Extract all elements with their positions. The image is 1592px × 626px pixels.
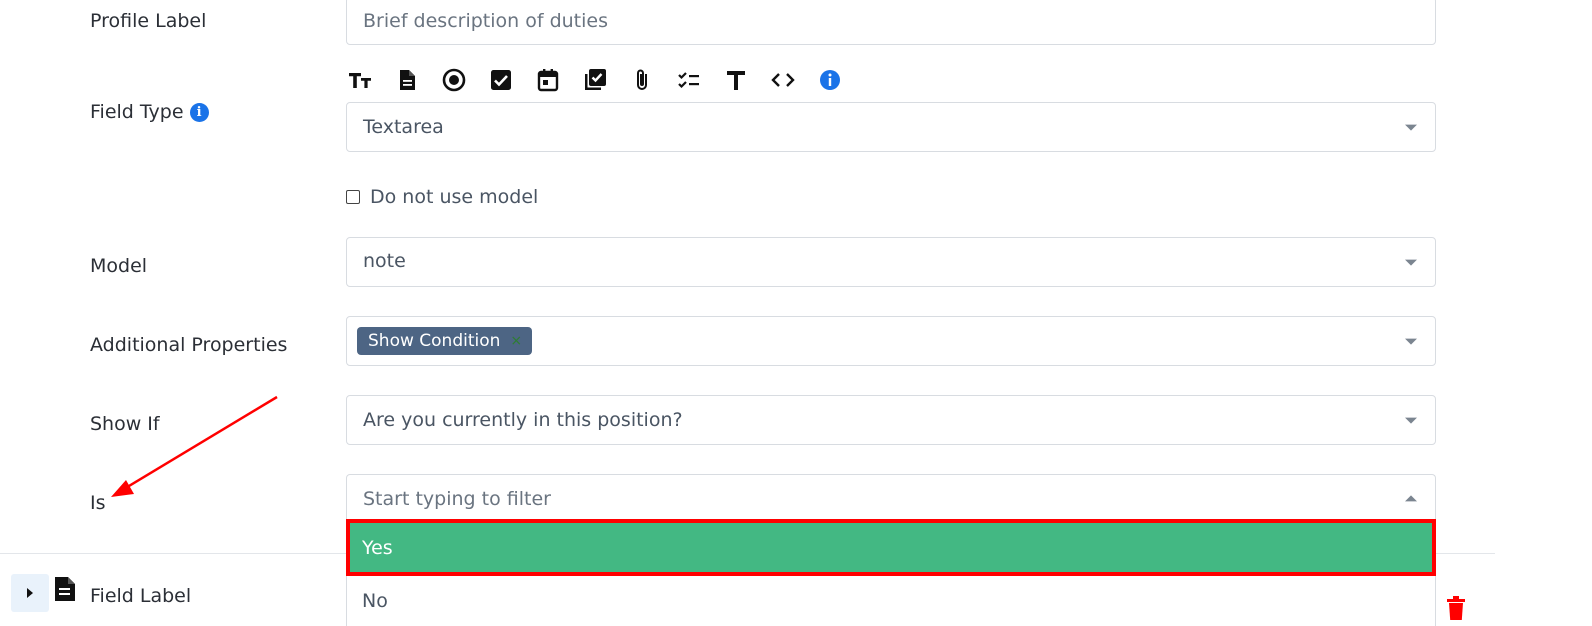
trash-icon[interactable]	[1446, 596, 1466, 624]
multi-checkbox-icon[interactable]	[581, 66, 609, 94]
show-condition-tag: Show Condition ×	[357, 327, 533, 355]
chevron-down-icon	[1405, 417, 1417, 424]
profile-label-placeholder: Brief description of duties	[363, 10, 608, 32]
option-no[interactable]: No	[346, 576, 1436, 626]
model-label: Model	[90, 255, 148, 277]
document-icon[interactable]	[393, 66, 421, 94]
chevron-down-icon	[1405, 259, 1417, 266]
checklist-icon[interactable]	[675, 66, 703, 94]
chevron-up-icon	[1405, 494, 1417, 501]
profile-label: Profile Label	[90, 10, 207, 32]
profile-label-input[interactable]: Brief description of duties	[346, 0, 1436, 45]
info-icon[interactable]	[816, 66, 844, 94]
field-type-toolbar	[346, 64, 863, 96]
is-label: Is	[90, 492, 106, 514]
show-if-label: Show If	[90, 413, 160, 435]
field-label-label: Field Label	[90, 585, 192, 607]
model-value: note	[363, 250, 406, 272]
is-select-input[interactable]: Start typing to filter	[346, 474, 1436, 522]
checkbox-icon[interactable]	[487, 66, 515, 94]
document-icon	[54, 576, 76, 606]
text-icon[interactable]	[722, 66, 750, 94]
caret-right-icon	[27, 588, 33, 598]
close-icon[interactable]: ×	[510, 333, 522, 349]
radio-icon[interactable]	[440, 66, 468, 94]
calendar-icon[interactable]	[534, 66, 562, 94]
paperclip-icon[interactable]	[628, 66, 656, 94]
field-type-select[interactable]: Textarea	[346, 102, 1436, 152]
do-not-use-model-label: Do not use model	[370, 186, 539, 208]
field-type-label-text: Field Type	[90, 101, 184, 123]
do-not-use-model-row[interactable]: Do not use model	[346, 186, 538, 208]
show-if-select[interactable]: Are you currently in this position?	[346, 395, 1436, 445]
model-select[interactable]: note	[346, 237, 1436, 287]
field-type-value: Textarea	[363, 116, 444, 138]
chevron-down-icon	[1405, 338, 1417, 345]
text-size-icon[interactable]	[346, 66, 374, 94]
additional-properties-select[interactable]: Show Condition ×	[346, 316, 1436, 366]
field-type-info-icon[interactable]: i	[189, 103, 209, 122]
show-if-value: Are you currently in this position?	[363, 409, 683, 431]
field-type-label: Field Type i	[90, 101, 209, 123]
chevron-down-icon	[1405, 124, 1417, 131]
expand-field-button[interactable]	[11, 574, 49, 612]
is-placeholder: Start typing to filter	[363, 487, 551, 510]
code-icon[interactable]	[769, 66, 797, 94]
additional-properties-label: Additional Properties	[90, 334, 288, 356]
do-not-use-model-checkbox[interactable]	[346, 190, 360, 204]
show-condition-tag-label: Show Condition	[368, 331, 501, 351]
option-yes[interactable]: Yes	[346, 519, 1436, 576]
